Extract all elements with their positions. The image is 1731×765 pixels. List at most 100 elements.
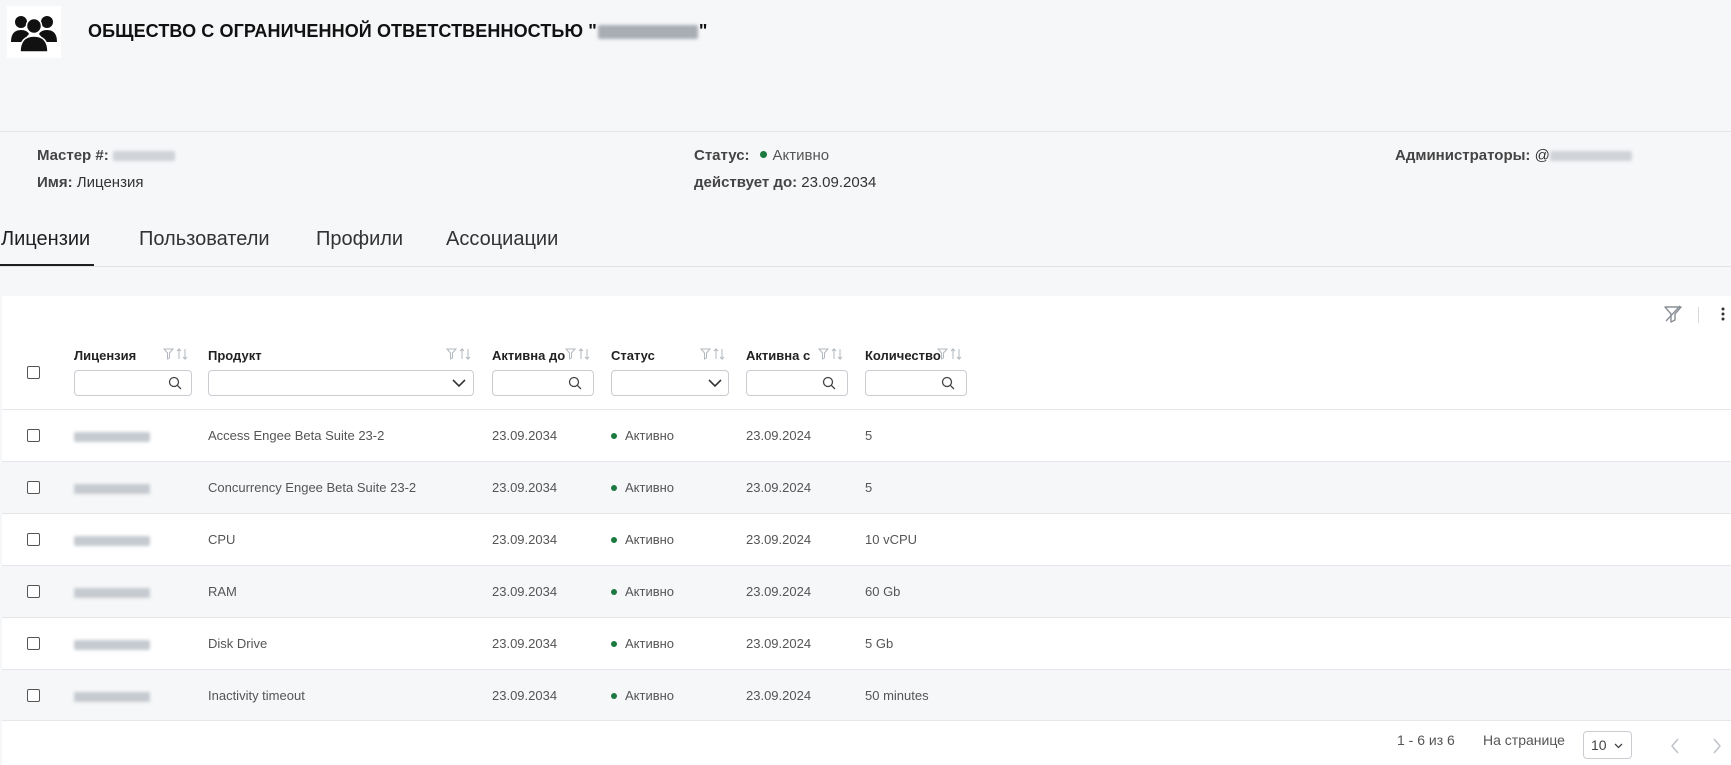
quantity-search-input[interactable] xyxy=(865,370,967,396)
redacted-text xyxy=(1549,151,1632,162)
row-checkbox[interactable] xyxy=(27,533,40,546)
redacted-text xyxy=(74,431,150,442)
redacted-text xyxy=(74,535,150,546)
table-row[interactable]: Disk Drive 23.09.2034 Активно 23.09.2024… xyxy=(2,617,1731,669)
licenses-table: Лицензия Продукт Активна до Статус Актив… xyxy=(2,296,1731,765)
column-header-product[interactable]: Продукт xyxy=(208,348,262,363)
license-search-input[interactable] xyxy=(74,370,192,396)
column-header-quantity[interactable]: Количество xyxy=(865,348,941,363)
column-header-active-until[interactable]: Активна до xyxy=(492,348,565,363)
tab-profiles[interactable]: Профили xyxy=(316,228,403,251)
row-checkbox[interactable] xyxy=(27,689,40,702)
table-row[interactable]: RAM 23.09.2034 Активно 23.09.2024 60 Gb xyxy=(2,565,1731,617)
company-name: ОБЩЕСТВО С ОГРАНИЧЕННОЙ ОТВЕТСТВЕННОСТЬЮ… xyxy=(88,21,708,41)
chevron-down-icon xyxy=(708,379,722,388)
quantity-cell: 60 Gb xyxy=(865,584,901,599)
product-cell: CPU xyxy=(208,532,236,547)
product-cell: Disk Drive xyxy=(208,636,268,651)
tab-bar: Лицензии Пользователи Профили Ассоциации xyxy=(0,226,1731,267)
quantity-cell: 5 Gb xyxy=(865,636,894,651)
search-icon xyxy=(822,376,836,390)
row-checkbox[interactable] xyxy=(27,481,40,494)
active-from-cell: 23.09.2024 xyxy=(746,636,812,651)
filter-sort-icon[interactable] xyxy=(700,347,728,361)
search-icon xyxy=(568,376,582,390)
status-cell: Активно xyxy=(611,636,674,651)
quantity-cell: 5 xyxy=(865,480,873,495)
status-info: Статус: Активно xyxy=(694,147,830,164)
status-active-icon xyxy=(759,151,767,159)
pagination-range: 1 - 6 из 6 xyxy=(1397,732,1455,748)
status-cell: Активно xyxy=(611,480,674,495)
toolbar-divider xyxy=(1698,307,1699,323)
product-cell: RAM xyxy=(208,584,237,599)
clear-filters-icon[interactable] xyxy=(1663,304,1683,324)
more-options-icon[interactable] xyxy=(1720,306,1726,322)
redacted-text xyxy=(74,587,150,598)
row-checkbox[interactable] xyxy=(27,637,40,650)
redacted-text xyxy=(597,25,698,40)
table-row[interactable]: CPU 23.09.2034 Активно 23.09.2024 10 vCP… xyxy=(2,513,1731,565)
users-group-icon xyxy=(7,6,61,58)
page-header: ОБЩЕСТВО С ОГРАНИЧЕННОЙ ОТВЕТСТВЕННОСТЬЮ… xyxy=(0,0,1731,132)
active-until-cell: 23.09.2034 xyxy=(492,480,558,495)
redacted-text xyxy=(74,639,150,650)
status-active-icon xyxy=(611,640,617,647)
column-header-active-from[interactable]: Активна с xyxy=(746,348,810,363)
row-checkbox[interactable] xyxy=(27,585,40,598)
master-number: Мастер #: xyxy=(37,147,175,164)
active-until-search-input[interactable] xyxy=(492,370,594,396)
filter-sort-icon[interactable] xyxy=(446,347,474,361)
chevron-down-icon xyxy=(452,379,466,388)
active-until-cell: 23.09.2034 xyxy=(492,584,558,599)
license-name: Имя: Лицензия xyxy=(37,174,144,191)
status-select[interactable] xyxy=(611,370,729,396)
license-id-cell xyxy=(74,688,150,703)
license-id-cell xyxy=(74,584,150,599)
table-row[interactable]: Inactivity timeout 23.09.2034 Активно 23… xyxy=(2,669,1731,721)
redacted-text xyxy=(74,691,150,702)
quantity-cell: 50 minutes xyxy=(865,688,929,703)
status-active-icon xyxy=(611,432,617,439)
filter-sort-icon[interactable] xyxy=(818,347,846,361)
active-tab-indicator xyxy=(0,264,94,266)
filter-sort-icon[interactable] xyxy=(163,347,191,361)
license-id-cell xyxy=(74,480,150,495)
quantity-cell: 5 xyxy=(865,428,873,443)
active-from-search-input[interactable] xyxy=(746,370,848,396)
previous-page-icon[interactable] xyxy=(1670,738,1680,754)
tab-users[interactable]: Пользователи xyxy=(139,228,270,251)
active-from-cell: 23.09.2024 xyxy=(746,532,812,547)
next-page-icon[interactable] xyxy=(1712,738,1722,754)
active-until-cell: 23.09.2034 xyxy=(492,532,558,547)
administrators: Администраторы: @ xyxy=(1395,147,1632,164)
chevron-down-icon xyxy=(1614,743,1623,749)
status-active-icon xyxy=(611,484,617,491)
product-cell: Inactivity timeout xyxy=(208,688,305,703)
status-active-icon xyxy=(611,692,617,699)
tab-associations[interactable]: Ассоциации xyxy=(446,228,558,251)
license-id-cell xyxy=(74,636,150,651)
quantity-cell: 10 vCPU xyxy=(865,532,918,547)
active-until-cell: 23.09.2034 xyxy=(492,636,558,651)
filter-sort-icon[interactable] xyxy=(565,347,593,361)
redacted-text xyxy=(74,483,150,494)
tab-licenses[interactable]: Лицензии xyxy=(1,228,90,251)
select-all-checkbox[interactable] xyxy=(27,366,40,379)
search-icon xyxy=(941,376,955,390)
status-cell: Активно xyxy=(611,584,674,599)
column-header-license[interactable]: Лицензия xyxy=(74,348,136,363)
status-active-icon xyxy=(611,536,617,543)
table-row[interactable]: Concurrency Engee Beta Suite 23-2 23.09.… xyxy=(2,461,1731,513)
column-header-status[interactable]: Статус xyxy=(611,348,655,363)
active-from-cell: 23.09.2024 xyxy=(746,584,812,599)
active-until-cell: 23.09.2034 xyxy=(492,688,558,703)
table-row[interactable]: Access Engee Beta Suite 23-2 23.09.2034 … xyxy=(2,409,1731,461)
product-cell: Access Engee Beta Suite 23-2 xyxy=(208,428,385,443)
filter-sort-icon[interactable] xyxy=(937,347,965,361)
row-checkbox[interactable] xyxy=(27,429,40,442)
redacted-text xyxy=(112,151,175,162)
per-page-select[interactable]: 10 xyxy=(1583,731,1632,759)
product-select[interactable] xyxy=(208,370,474,396)
status-cell: Активно xyxy=(611,428,674,443)
